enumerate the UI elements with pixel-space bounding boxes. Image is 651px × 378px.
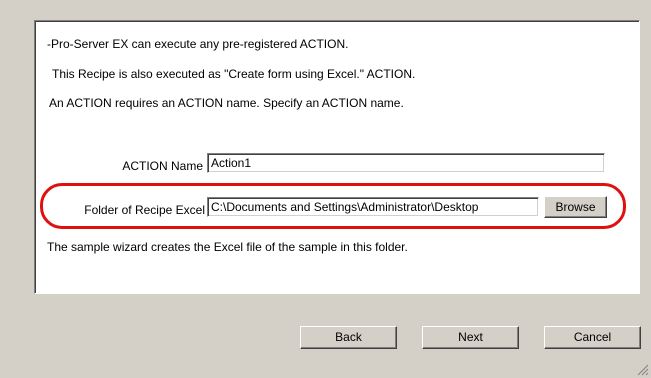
- folder-highlight-outline: [40, 183, 626, 229]
- next-button[interactable]: Next: [422, 326, 519, 349]
- back-button[interactable]: Back: [300, 326, 397, 349]
- wizard-dialog: -Pro-Server EX can execute any pre-regis…: [0, 0, 651, 378]
- action-name-input[interactable]: Action1: [207, 153, 605, 173]
- cancel-button[interactable]: Cancel: [544, 326, 641, 349]
- resize-grip-icon[interactable]: [637, 364, 649, 376]
- action-name-label: ACTION Name: [122, 159, 203, 173]
- content-panel: -Pro-Server EX can execute any pre-regis…: [34, 20, 640, 294]
- folder-note: The sample wizard creates the Excel file…: [47, 240, 408, 254]
- intro-text-2: This Recipe is also executed as "Create …: [52, 67, 416, 81]
- intro-text-3: An ACTION requires an ACTION name. Speci…: [49, 96, 404, 110]
- intro-text-1: -Pro-Server EX can execute any pre-regis…: [47, 37, 349, 51]
